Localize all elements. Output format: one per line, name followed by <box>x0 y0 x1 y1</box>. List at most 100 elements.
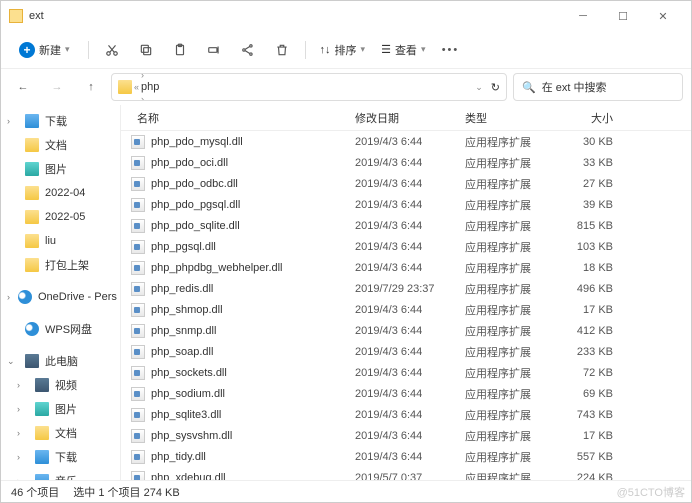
folder-icon <box>25 186 39 200</box>
table-row[interactable]: php_sqlite3.dll2019/4/3 6:44应用程序扩展743 KB <box>121 404 691 425</box>
file-icon <box>131 198 145 212</box>
titlebar[interactable]: ext ─ ☐ ✕ <box>1 1 691 31</box>
sidebar-item[interactable]: 文档 <box>1 133 120 157</box>
expand-icon[interactable]: › <box>17 380 27 390</box>
table-row[interactable]: php_snmp.dll2019/4/3 6:44应用程序扩展412 KB <box>121 320 691 341</box>
table-row[interactable]: php_shmop.dll2019/4/3 6:44应用程序扩展17 KB <box>121 299 691 320</box>
table-row[interactable]: php_xdebug.dll2019/5/7 0:37应用程序扩展224 KB <box>121 467 691 480</box>
breadcrumb[interactable]: « phpstudy_pro›Extensions›php›php7.3.4nt… <box>111 73 507 101</box>
file-type: 应用程序扩展 <box>459 281 549 297</box>
sidebar-item[interactable]: ›下载 <box>1 109 120 133</box>
sidebar-label: WPS网盘 <box>45 321 92 337</box>
file-size: 743 KB <box>549 409 619 421</box>
sidebar-item[interactable]: 打包上架 <box>1 253 120 277</box>
plus-icon: + <box>19 42 35 58</box>
file-size: 17 KB <box>549 304 619 316</box>
table-row[interactable]: php_pdo_odbc.dll2019/4/3 6:44应用程序扩展27 KB <box>121 173 691 194</box>
sidebar-item[interactable]: 图片 <box>1 157 120 181</box>
file-date: 2019/4/3 6:44 <box>349 325 459 337</box>
folder-icon <box>118 80 132 94</box>
file-size: 557 KB <box>549 451 619 463</box>
chevron-down-icon: ▾ <box>421 44 426 55</box>
table-row[interactable]: php_pdo_pgsql.dll2019/4/3 6:44应用程序扩展39 K… <box>121 194 691 215</box>
expand-icon[interactable]: › <box>17 404 27 414</box>
file-icon <box>131 324 145 338</box>
sidebar-item[interactable]: ›视频 <box>1 373 120 397</box>
file-date: 2019/4/3 6:44 <box>349 178 459 190</box>
table-row[interactable]: php_tidy.dll2019/4/3 6:44应用程序扩展557 KB <box>121 446 691 467</box>
up-button[interactable]: ↑ <box>77 73 105 101</box>
back-button[interactable]: ← <box>9 73 37 101</box>
close-button[interactable]: ✕ <box>643 1 683 31</box>
file-icon <box>131 282 145 296</box>
view-button[interactable]: ☰ 查看 ▾ <box>375 42 431 58</box>
table-row[interactable]: php_sodium.dll2019/4/3 6:44应用程序扩展69 KB <box>121 383 691 404</box>
file-name: php_tidy.dll <box>151 451 349 463</box>
sidebar-label: 2022-05 <box>45 211 85 223</box>
col-type[interactable]: 类型 <box>459 110 549 126</box>
sidebar[interactable]: ›下载文档图片2022-042022-05liu打包上架›OneDrive - … <box>1 105 121 480</box>
col-date[interactable]: 修改日期 <box>349 110 459 126</box>
file-type: 应用程序扩展 <box>459 302 549 318</box>
delete-button[interactable] <box>267 35 297 65</box>
file-icon <box>131 345 145 359</box>
table-row[interactable]: php_pdo_oci.dll2019/4/3 6:44应用程序扩展33 KB <box>121 152 691 173</box>
chevron-down-icon[interactable]: ⌄ <box>475 82 483 93</box>
file-type: 应用程序扩展 <box>459 365 549 381</box>
file-icon <box>131 135 145 149</box>
explorer-window: ext ─ ☐ ✕ + 新建 ▾ ↑↓ 排序 ▾ ☰ 查看 ▾ ••• <box>0 0 692 503</box>
table-row[interactable]: php_sockets.dll2019/4/3 6:44应用程序扩展72 KB <box>121 362 691 383</box>
cut-button[interactable] <box>97 35 127 65</box>
status-bar: 46 个项目 选中 1 个项目 274 KB <box>1 480 691 502</box>
sidebar-item[interactable]: WPS网盘 <box>1 317 120 341</box>
file-name: php_pdo_sqlite.dll <box>151 220 349 232</box>
file-list[interactable]: php_pdo_mysql.dll2019/4/3 6:44应用程序扩展30 K… <box>121 131 691 480</box>
col-size[interactable]: 大小 <box>549 110 619 126</box>
sidebar-item[interactable]: ›文档 <box>1 421 120 445</box>
maximize-button[interactable]: ☐ <box>603 1 643 31</box>
table-row[interactable]: php_sysvshm.dll2019/4/3 6:44应用程序扩展17 KB <box>121 425 691 446</box>
sidebar-item[interactable]: ›OneDrive - Pers <box>1 285 120 309</box>
search-placeholder: 在 ext 中搜索 <box>542 79 607 95</box>
minimize-button[interactable]: ─ <box>563 1 603 31</box>
folder-icon <box>25 258 39 272</box>
paste-button[interactable] <box>165 35 195 65</box>
sidebar-item[interactable]: ⌄此电脑 <box>1 349 120 373</box>
sidebar-item[interactable]: ›下载 <box>1 445 120 469</box>
table-row[interactable]: php_redis.dll2019/7/29 23:37应用程序扩展496 KB <box>121 278 691 299</box>
sidebar-item[interactable]: ›图片 <box>1 397 120 421</box>
copy-button[interactable] <box>131 35 161 65</box>
col-name[interactable]: 名称 <box>131 110 349 126</box>
file-icon <box>131 366 145 380</box>
sidebar-item[interactable]: liu <box>1 229 120 253</box>
sort-button[interactable]: ↑↓ 排序 ▾ <box>314 42 372 58</box>
file-size: 496 KB <box>549 283 619 295</box>
table-row[interactable]: php_soap.dll2019/4/3 6:44应用程序扩展233 KB <box>121 341 691 362</box>
new-button[interactable]: + 新建 ▾ <box>9 38 80 62</box>
column-header[interactable]: 名称 修改日期 类型 大小 <box>121 105 691 131</box>
sidebar-item[interactable]: 2022-04 <box>1 181 120 205</box>
rename-button[interactable] <box>199 35 229 65</box>
expand-icon[interactable]: › <box>7 292 10 302</box>
file-date: 2019/4/3 6:44 <box>349 136 459 148</box>
more-button[interactable]: ••• <box>435 35 465 65</box>
expand-icon[interactable]: ⌄ <box>7 356 17 367</box>
forward-button[interactable]: → <box>43 73 71 101</box>
file-name: php_pgsql.dll <box>151 241 349 253</box>
sidebar-item[interactable]: 2022-05 <box>1 205 120 229</box>
expand-icon[interactable]: › <box>7 116 17 126</box>
table-row[interactable]: php_pdo_sqlite.dll2019/4/3 6:44应用程序扩展815… <box>121 215 691 236</box>
table-row[interactable]: php_pdo_mysql.dll2019/4/3 6:44应用程序扩展30 K… <box>121 131 691 152</box>
table-row[interactable]: php_pgsql.dll2019/4/3 6:44应用程序扩展103 KB <box>121 236 691 257</box>
file-size: 33 KB <box>549 157 619 169</box>
search-input[interactable]: 🔍 在 ext 中搜索 <box>513 73 683 101</box>
expand-icon[interactable]: › <box>17 428 27 438</box>
folder-icon <box>25 138 39 152</box>
table-row[interactable]: php_phpdbg_webhelper.dll2019/4/3 6:44应用程… <box>121 257 691 278</box>
expand-icon[interactable]: › <box>17 452 27 462</box>
share-button[interactable] <box>233 35 263 65</box>
file-date: 2019/4/3 6:44 <box>349 157 459 169</box>
sidebar-item[interactable]: ›音乐 <box>1 469 120 480</box>
refresh-button[interactable]: ↻ <box>491 81 500 94</box>
breadcrumb-segment[interactable]: php <box>141 81 208 93</box>
